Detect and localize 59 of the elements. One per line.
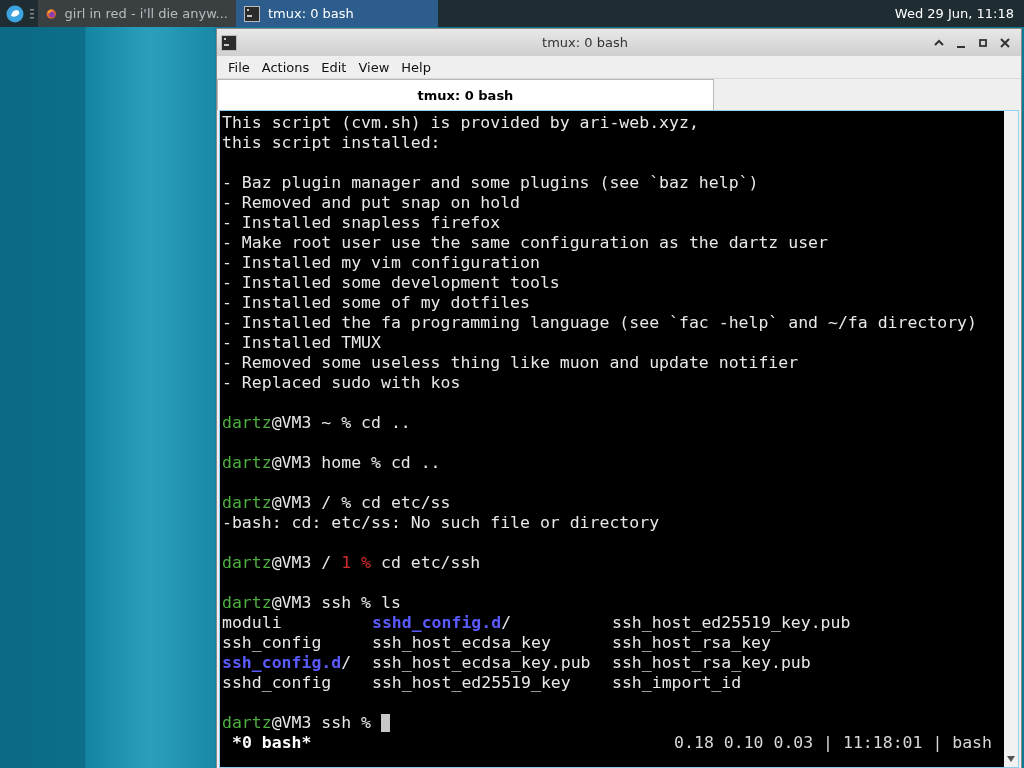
terminal-text: - Make root user use the same configuration as the dartz user <box>222 233 828 253</box>
file-entry: ssh_host_rsa_key <box>612 633 772 653</box>
terminal-text: -bash: cd: etc/ss: No such file or directory <box>222 513 660 533</box>
terminal-icon <box>221 34 237 51</box>
terminal-text: this script installed: <box>222 133 441 153</box>
scroll-down-icon[interactable] <box>1006 755 1016 763</box>
terminal-text: This script (cvm.sh) is provided by ari-web.xyz, <box>222 113 699 133</box>
taskbar-task[interactable]: girl in red - i'll die anyw... <box>38 0 236 27</box>
directory-entry: sshd_config.d/ <box>372 613 513 633</box>
window-title: tmux: 0 bash <box>541 35 629 50</box>
window-list: *0 bash* <box>232 733 312 753</box>
clock: Wed 29 Jun, 11:18 <box>894 6 1015 21</box>
exit-status: 1 % <box>341 553 372 573</box>
file-entry: sshd_config <box>222 673 333 693</box>
terminal-text: @VM3 ~ % cd .. <box>271 413 411 433</box>
handle-icon <box>30 8 34 19</box>
terminal-text: - Removed and put snap on hold <box>222 193 520 213</box>
terminal-text: @VM3 ssh % ls <box>271 593 401 613</box>
status-info: 0.18 0.10 0.03 | 11:18:01 | bash <box>674 733 992 753</box>
directory-entry: ssh_config.d/ <box>222 653 353 673</box>
terminal-text: - Installed some of my dotfiles <box>222 293 530 313</box>
menu-item[interactable]: Help <box>396 57 436 77</box>
file-entry: ssh_config <box>222 633 323 653</box>
terminal-text: - Installed TMUX <box>222 333 381 353</box>
terminal-text: - Removed some useless thing like muon and update notifier <box>222 353 799 373</box>
terminal-text: - Installed snapless firefox <box>222 213 501 233</box>
terminal-text: - Installed the fa programming language (see `fac -help` and ~/fa directory) <box>222 313 977 333</box>
file-entry: ssh_host_rsa_key.pub <box>612 653 812 673</box>
terminal-text: - Baz plugin manager and some plugins (see `baz help`) <box>222 173 759 193</box>
taskbar-task[interactable]: tmux: 0 bash <box>236 0 438 27</box>
file-entry: ssh_import_id <box>612 673 743 693</box>
prompt-user: dartz <box>222 553 272 573</box>
terminal-text: cd etc/ssh <box>379 553 481 573</box>
close-icon[interactable] <box>999 36 1011 49</box>
maximize-icon[interactable] <box>977 36 989 49</box>
file-entry: ssh_host_ecdsa_key.pub <box>372 653 592 673</box>
menu-item[interactable]: File <box>223 57 255 77</box>
terminal-text: @VM3 home % cd .. <box>271 453 441 473</box>
terminal-text: - Replaced sudo with kos <box>222 373 461 393</box>
menu-item[interactable]: Actions <box>256 57 315 77</box>
menu-item[interactable]: View <box>353 57 395 77</box>
prompt-user: dartz <box>222 413 272 433</box>
tab[interactable]: tmux: 0 bash <box>217 79 714 110</box>
file-entry: moduli <box>222 613 283 633</box>
terminal-text: - Installed some development tools <box>222 273 560 293</box>
terminal-icon <box>244 5 260 22</box>
menu-item[interactable]: Edit <box>316 57 352 77</box>
terminal-text: @VM3 / % cd etc/ss <box>271 493 451 513</box>
prompt-user: dartz <box>222 593 272 613</box>
file-entry: ssh_host_ed25519_key.pub <box>612 613 852 633</box>
prompt-user: dartz <box>222 453 272 473</box>
prompt-user: dartz <box>222 493 272 513</box>
prompt-user: dartz <box>222 713 272 733</box>
file-entry: ssh_host_ed25519_key <box>372 673 572 693</box>
app-launcher-icon[interactable] <box>6 4 24 23</box>
terminal-text: - Installed my vim configuration <box>222 253 540 273</box>
terminal-text: @VM3 ssh % <box>271 713 372 733</box>
terminal-text: @VM3 / <box>271 553 333 573</box>
file-entry: ssh_host_ecdsa_key <box>372 633 552 653</box>
